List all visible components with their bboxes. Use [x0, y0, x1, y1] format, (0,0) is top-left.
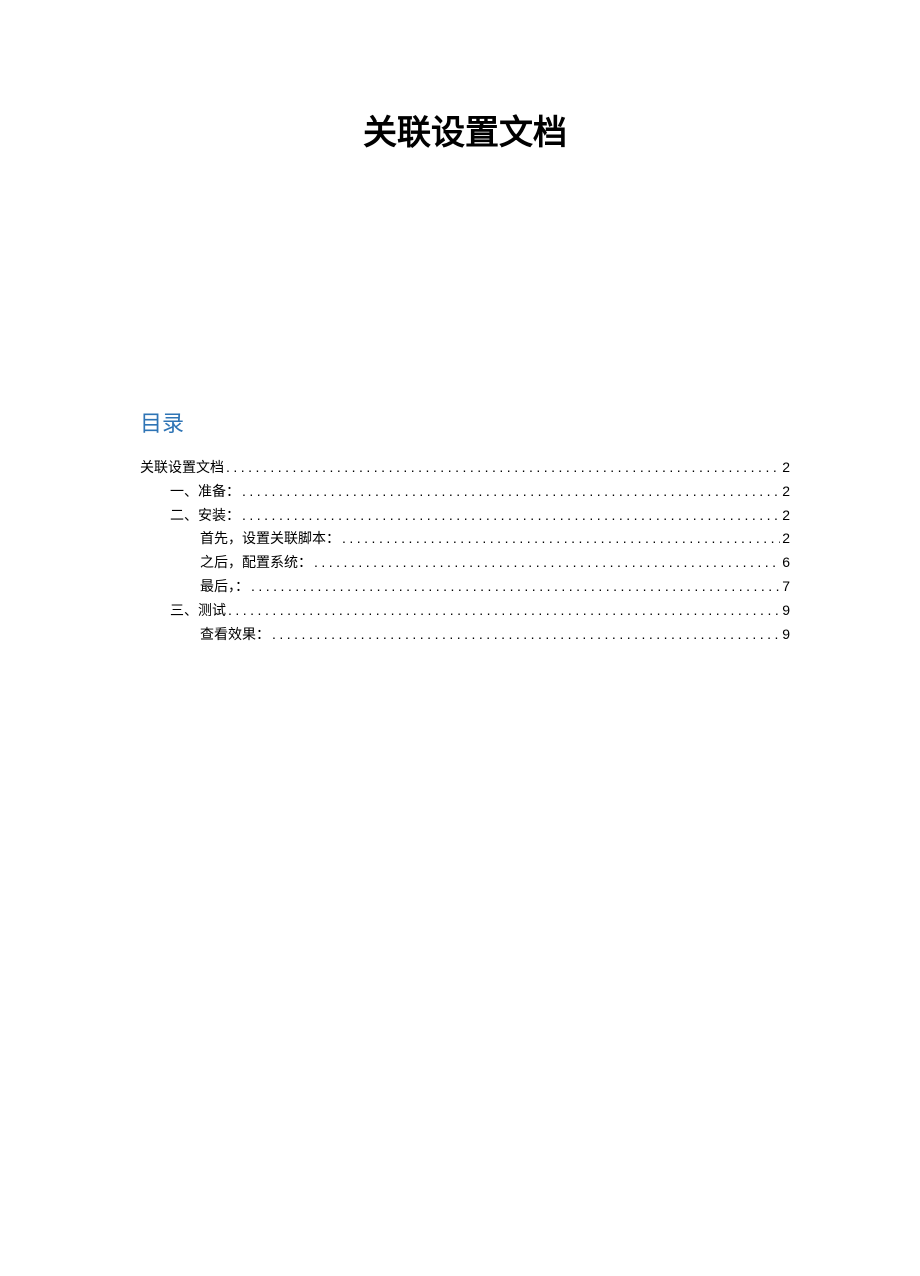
toc-entry[interactable]: 三、测试 9 — [140, 599, 790, 623]
toc-entry-label: 一、准备： — [170, 480, 240, 504]
toc-entry[interactable]: 之后，配置系统： 6 — [140, 551, 790, 575]
toc-entry[interactable]: 首先，设置关联脚本： 2 — [140, 527, 790, 551]
toc-entry-label: 最后，： — [200, 575, 249, 599]
toc-heading: 目录 — [140, 406, 790, 438]
toc-entry-label: 二、安装： — [170, 504, 240, 528]
toc-leader-dots — [226, 456, 780, 480]
toc-leader-dots — [228, 599, 780, 623]
toc-entry-page: 7 — [782, 575, 790, 599]
table-of-contents: 关联设置文档 2 一、准备： 2 二、安装： 2 首先，设置关联脚本： 2 之后… — [140, 456, 790, 646]
toc-entry[interactable]: 最后，： 7 — [140, 575, 790, 599]
toc-entry[interactable]: 关联设置文档 2 — [140, 456, 790, 480]
toc-entry-label: 之后，配置系统： — [200, 551, 312, 575]
toc-leader-dots — [242, 480, 780, 504]
toc-leader-dots — [272, 623, 780, 647]
toc-leader-dots — [251, 575, 780, 599]
toc-entry-page: 2 — [782, 456, 790, 480]
toc-entry[interactable]: 一、准备： 2 — [140, 480, 790, 504]
toc-entry[interactable]: 二、安装： 2 — [140, 504, 790, 528]
toc-entry-page: 2 — [782, 504, 790, 528]
toc-leader-dots — [242, 504, 780, 528]
toc-entry-label: 三、测试 — [170, 599, 226, 623]
toc-entry[interactable]: 查看效果： 9 — [140, 623, 790, 647]
toc-entry-page: 9 — [782, 599, 790, 623]
toc-entry-page: 2 — [782, 527, 790, 551]
toc-entry-page: 6 — [782, 551, 790, 575]
toc-entry-label: 首先，设置关联脚本： — [200, 527, 340, 551]
toc-entry-label: 查看效果： — [200, 623, 270, 647]
toc-entry-label: 关联设置文档 — [140, 456, 224, 480]
document-title: 关联设置文档 — [140, 105, 790, 154]
toc-entry-page: 9 — [782, 623, 790, 647]
toc-leader-dots — [314, 551, 780, 575]
toc-leader-dots — [342, 527, 780, 551]
toc-entry-page: 2 — [782, 480, 790, 504]
